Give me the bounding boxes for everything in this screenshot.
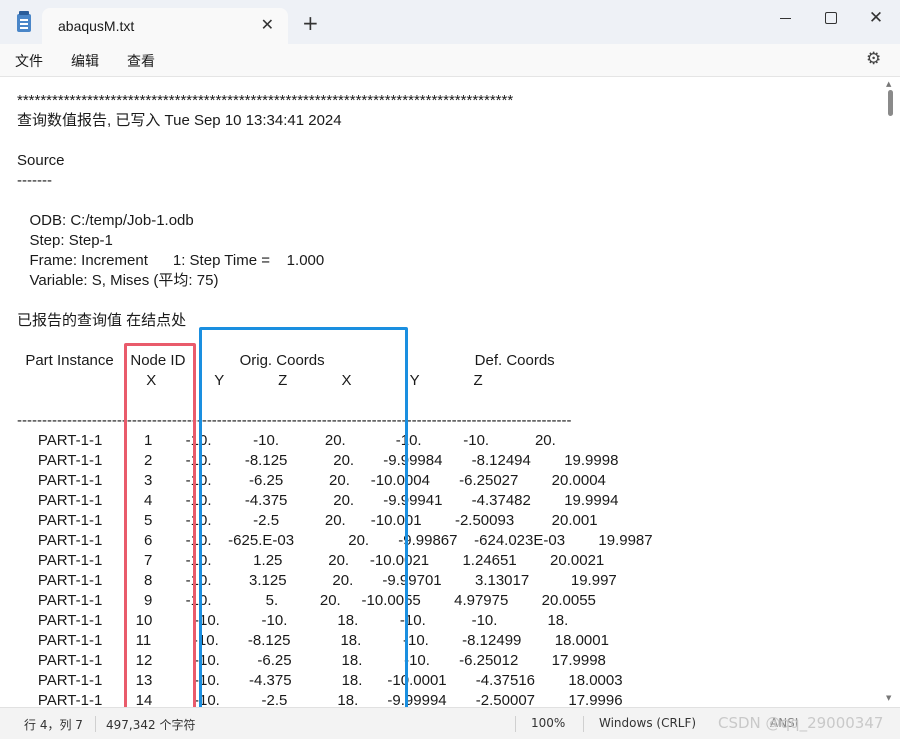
maximize-button[interactable] <box>820 8 840 28</box>
scroll-up-icon[interactable]: ▲ <box>886 80 891 88</box>
text-line[interactable]: 查询数值报告, 已写入 Tue Sep 10 13:34:41 2024 <box>17 111 653 131</box>
tab-close-icon[interactable]: ✕ <box>261 15 274 34</box>
menu-file[interactable]: 文件 <box>15 51 43 71</box>
menu-bar: 文件 编辑 查看 ⚙ <box>0 44 900 77</box>
menu-edit[interactable]: 编辑 <box>71 51 99 71</box>
notepad-icon <box>17 11 31 32</box>
character-count: 497,342 个字符 <box>106 718 196 732</box>
orig-coords-highlight-box <box>199 327 408 713</box>
text-line[interactable]: Variable: S, Mises (平均: 75) <box>17 271 653 291</box>
tab-title: abaqusM.txt <box>58 18 135 34</box>
vertical-scrollbar[interactable] <box>888 90 893 116</box>
zoom-level[interactable]: 100% <box>531 716 565 730</box>
status-bar: 行 4，列 7 497,342 个字符 100% Windows (CRLF) … <box>0 707 900 739</box>
title-bar: abaqusM.txt ✕ + ✕ <box>0 0 900 44</box>
status-divider <box>95 716 96 732</box>
text-line[interactable] <box>17 191 653 211</box>
watermark: CSDN @qq_29000347 <box>718 714 884 732</box>
scroll-down-icon[interactable]: ▼ <box>886 694 891 702</box>
new-tab-button[interactable]: + <box>302 13 319 33</box>
node-id-highlight-box <box>124 343 196 710</box>
text-line[interactable]: ****************************************… <box>17 91 653 111</box>
text-line[interactable] <box>17 291 653 311</box>
close-window-button[interactable]: ✕ <box>866 8 886 28</box>
line-ending[interactable]: Windows (CRLF) <box>599 716 696 730</box>
text-line[interactable]: Step: Step-1 <box>17 231 653 251</box>
text-line[interactable]: Source <box>17 151 653 171</box>
status-divider <box>583 716 584 732</box>
gear-icon[interactable]: ⚙ <box>866 49 881 69</box>
text-line[interactable]: ODB: C:/temp/Job-1.odb <box>17 211 653 231</box>
cursor-position[interactable]: 行 4，列 7 <box>24 716 83 733</box>
file-tab[interactable]: abaqusM.txt ✕ <box>42 8 288 44</box>
minimize-button[interactable] <box>776 8 796 28</box>
menu-view[interactable]: 查看 <box>127 51 155 71</box>
text-line[interactable]: Frame: Increment 1: Step Time = 1.000 <box>17 251 653 271</box>
status-divider <box>515 716 516 732</box>
text-line[interactable]: ------- <box>17 171 653 191</box>
text-line[interactable] <box>17 131 653 151</box>
